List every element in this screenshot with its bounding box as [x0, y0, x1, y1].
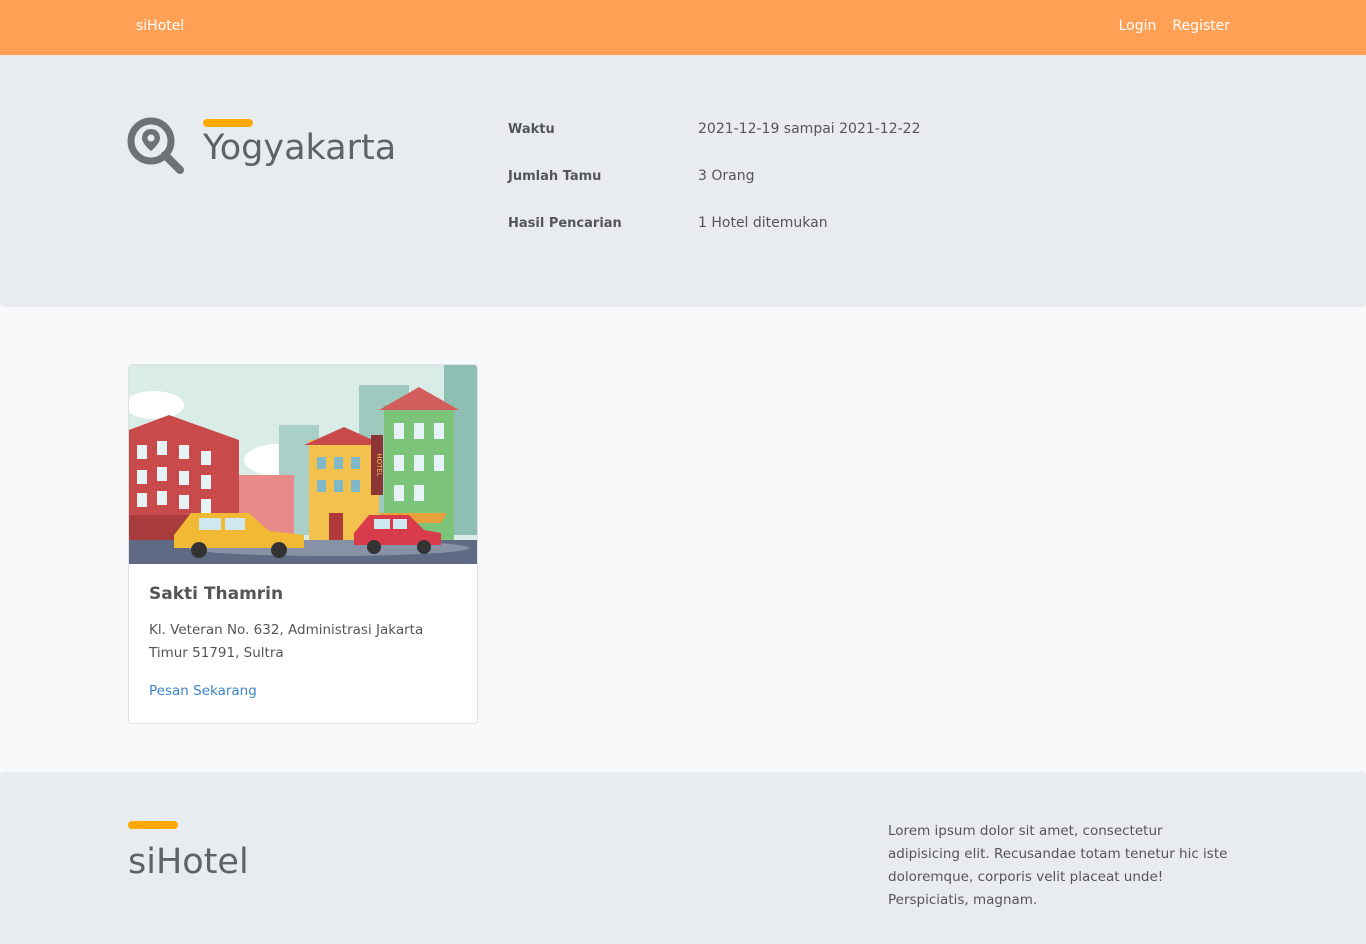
- brand-link[interactable]: siHotel: [136, 18, 184, 34]
- search-city-title: Yogyakarta: [203, 128, 397, 168]
- hotel-image: HOTEL: [129, 365, 477, 564]
- hotel-name: Sakti Thamrin: [149, 584, 284, 604]
- navbar: siHotel Login Register: [0, 0, 1366, 55]
- info-label: Waktu: [508, 122, 555, 137]
- footer-description: Lorem ipsum dolor sit amet, consectetur …: [888, 823, 1228, 908]
- footer: siHotel Lorem ipsum dolor sit amet, cons…: [0, 772, 1366, 944]
- nav-links: Login Register: [1119, 18, 1230, 34]
- book-now-link[interactable]: Pesan Sekarang: [149, 683, 257, 699]
- footer-brand: siHotel: [128, 842, 249, 882]
- login-link[interactable]: Login: [1119, 18, 1157, 34]
- info-label: Hasil Pencarian: [508, 216, 622, 231]
- title-accent-bar: [203, 119, 253, 127]
- hotel-sign-text: HOTEL: [375, 453, 383, 476]
- info-value: 3 Orang: [698, 168, 755, 184]
- info-value: 1 Hotel ditemukan: [698, 215, 828, 231]
- footer-accent-bar: [128, 821, 178, 829]
- info-label: Jumlah Tamu: [508, 169, 602, 184]
- hotel-address: Kl. Veteran No. 632, Administrasi Jakart…: [149, 622, 424, 661]
- hotel-card: HOTEL Sakti Thamrin Kl. Veteran No. 632,…: [128, 364, 478, 724]
- location-search-icon: [127, 117, 184, 174]
- info-value: 2021-12-19 sampai 2021-12-22: [698, 121, 921, 137]
- register-link[interactable]: Register: [1172, 18, 1230, 34]
- search-summary: Yogyakarta Waktu 2021-12-19 sampai 2021-…: [0, 55, 1366, 307]
